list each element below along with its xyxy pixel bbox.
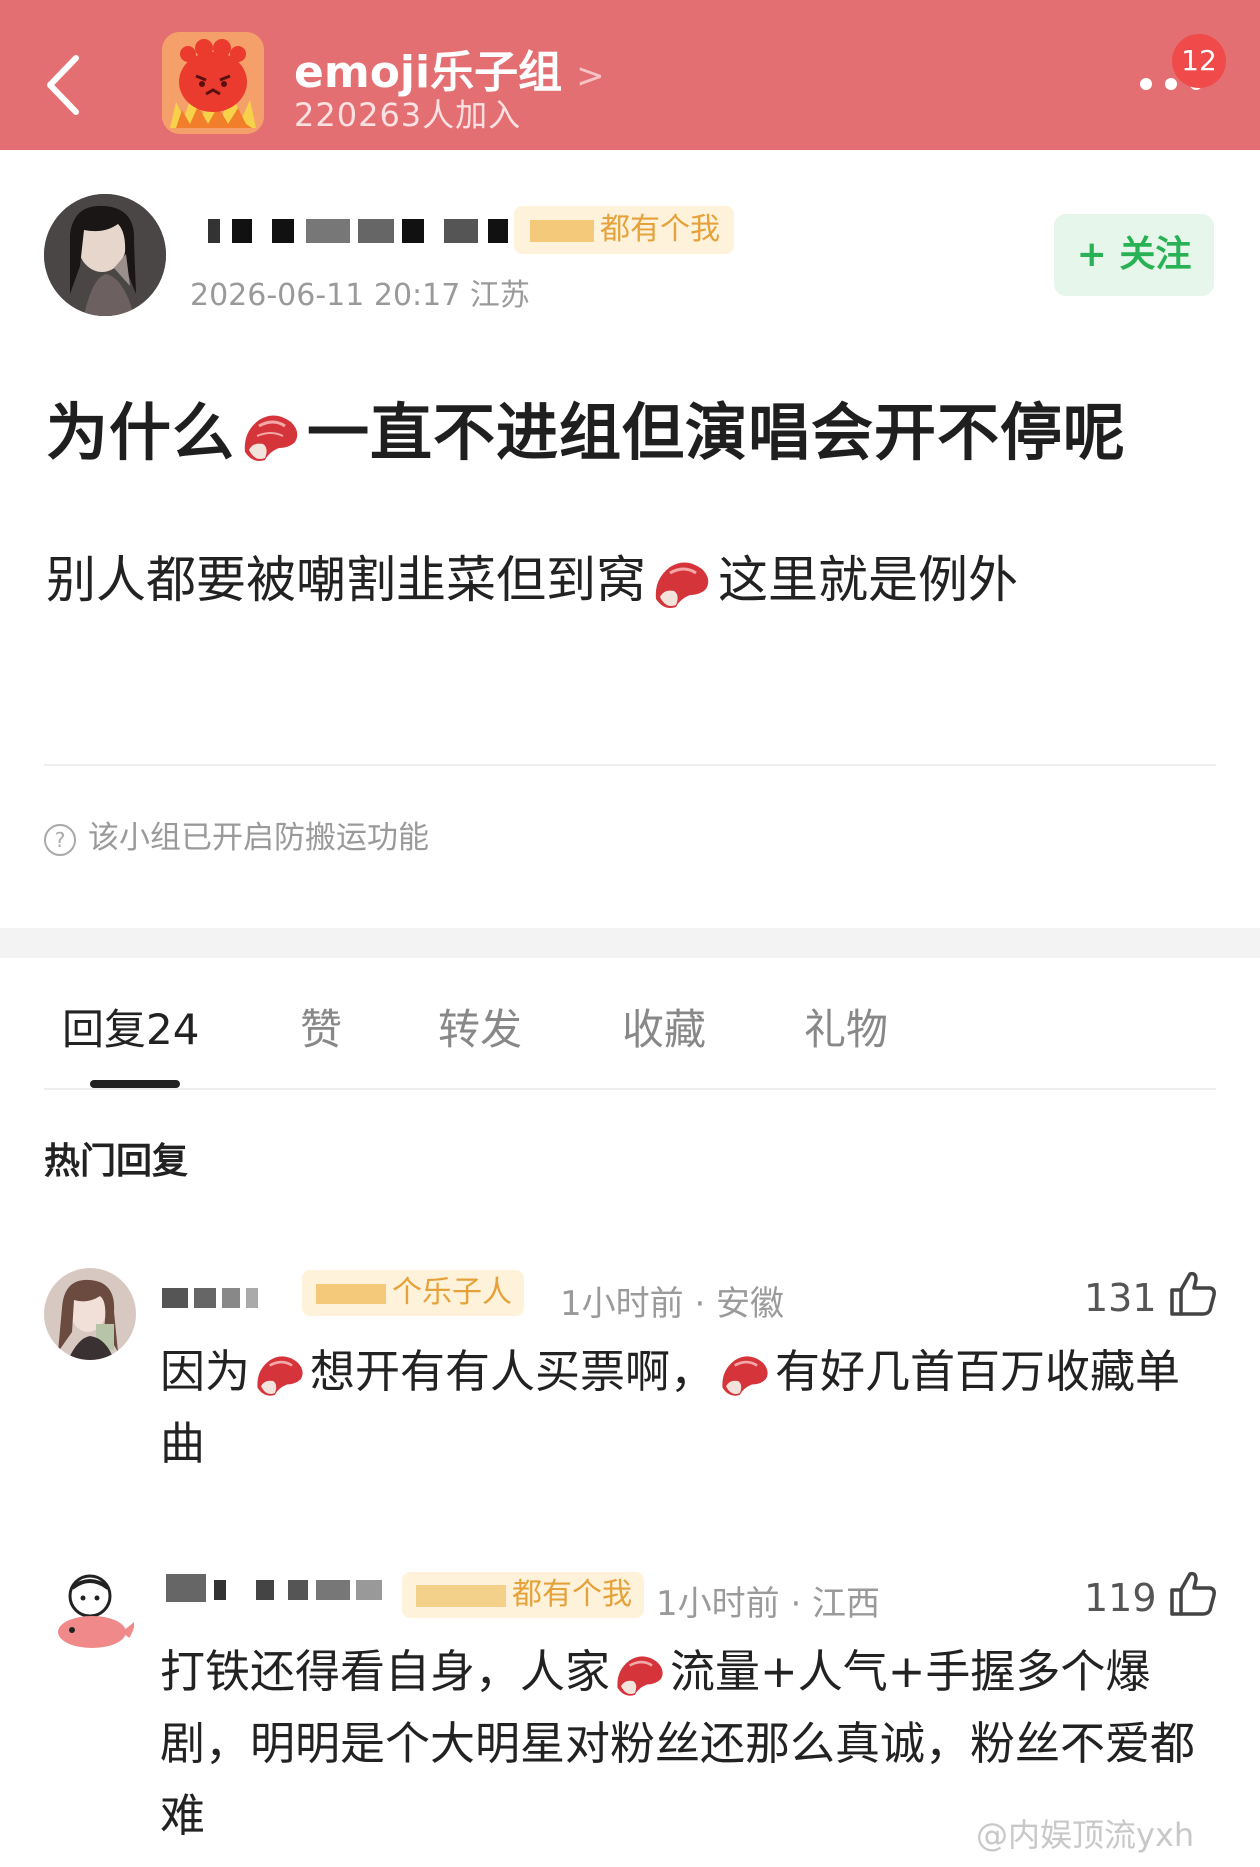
commenter-avatar[interactable]	[44, 1268, 136, 1360]
meat-emoji-icon	[617, 1656, 663, 1696]
anti-repost-notice: ? 该小组已开启防搬运功能	[44, 812, 429, 857]
author-badge-text: 都有个我	[600, 212, 720, 247]
active-tab-indicator	[90, 1080, 180, 1088]
chevron-right-icon: >	[576, 56, 605, 96]
comment-text-part-1: 打铁还得看自身，人家	[160, 1645, 611, 1698]
meat-emoji-icon	[257, 1356, 303, 1396]
like-count: 131	[1084, 1276, 1157, 1320]
tab-gifts[interactable]: 礼物	[804, 996, 888, 1057]
notice-text: 该小组已开启防搬运功能	[88, 820, 429, 856]
meat-emoji-icon	[722, 1356, 768, 1396]
comment-time-location: 1小时前 · 安徽	[560, 1284, 785, 1324]
thumbs-up-icon[interactable]	[1168, 1568, 1218, 1618]
commenter-name-redacted[interactable]	[160, 1278, 280, 1318]
meat-emoji-icon	[244, 415, 298, 461]
commenter-badge-tag: 个乐子人	[302, 1270, 524, 1316]
tab-likes[interactable]: 赞	[300, 996, 342, 1057]
divider	[44, 764, 1216, 766]
group-member-count: 220263人加入	[294, 96, 522, 134]
author-badge-tag: 都有个我	[514, 206, 734, 254]
back-arrow-icon[interactable]	[40, 50, 90, 120]
section-separator	[0, 928, 1260, 958]
divider	[44, 1088, 1216, 1090]
post-body-part-2: 这里就是例外	[718, 551, 1018, 609]
author-avatar[interactable]	[44, 194, 166, 316]
comment-text-part-2: 想开有有人买票啊，	[310, 1345, 716, 1398]
post-body: 别人都要被嘲割韭菜但到窝 这里就是例外	[46, 540, 1018, 613]
commenter-badge-tag: 都有个我	[402, 1572, 644, 1618]
follow-button[interactable]: + 关注	[1054, 214, 1214, 296]
thumbs-up-icon[interactable]	[1168, 1268, 1218, 1318]
comment-time-location: 1小时前 · 江西	[656, 1584, 881, 1624]
tab-favorites[interactable]: 收藏	[622, 996, 706, 1057]
author-name-redacted[interactable]	[190, 205, 520, 249]
comment-text: 因为 想开有有人买票啊， 有好几首百万收藏单曲	[160, 1336, 1220, 1480]
question-circle-icon[interactable]: ?	[44, 823, 76, 856]
group-logo-icon[interactable]	[162, 32, 264, 134]
post-title: 为什么 一直不进组但演唱会开不停呢	[46, 382, 1126, 472]
post-body-part-1: 别人都要被嘲割韭菜但到窝	[46, 551, 646, 609]
like-count: 119	[1084, 1576, 1157, 1620]
comment-text-part-1: 因为	[160, 1345, 251, 1398]
commenter-avatar[interactable]	[44, 1568, 136, 1660]
post-title-part-1: 为什么	[46, 396, 236, 469]
commenter-badge-text: 个乐子人	[392, 1275, 512, 1310]
top-navigation-bar: emoji乐子组 > 220263人加入 12	[0, 0, 1260, 150]
post-title-part-2: 一直不进组但演唱会开不停呢	[307, 396, 1127, 469]
commenter-badge-text: 都有个我	[512, 1577, 632, 1612]
notification-badge: 12	[1172, 34, 1226, 88]
post-date-location: 2026-06-11 20:17 江苏	[190, 278, 530, 313]
hot-replies-title: 热门回复	[44, 1141, 189, 1182]
meat-emoji-icon	[655, 561, 709, 608]
watermark: @内娱顶流yxh	[976, 1816, 1195, 1854]
tab-reposts[interactable]: 转发	[438, 996, 522, 1057]
commenter-name-redacted[interactable]	[160, 1570, 386, 1610]
tab-replies[interactable]: 回复24	[62, 996, 199, 1057]
